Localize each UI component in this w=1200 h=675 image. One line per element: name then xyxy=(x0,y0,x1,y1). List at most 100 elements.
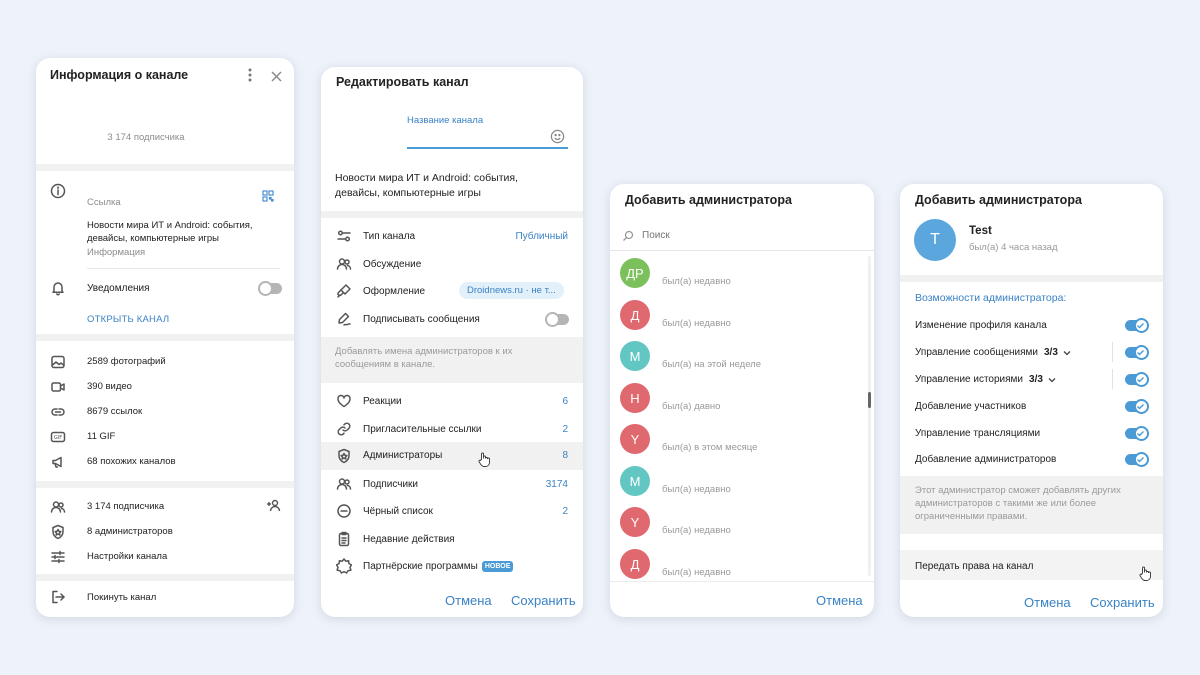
sign-messages-label: Подписывать сообщения xyxy=(363,313,480,325)
channel-description: Новости мира ИТ и Android: события, дева… xyxy=(87,220,253,244)
user-status: был(а) недавно xyxy=(662,524,731,536)
reactions-count: 6 xyxy=(562,395,568,407)
panel-title: Добавить администратора xyxy=(915,193,1082,207)
leave-channel-button[interactable]: Покинуть канал xyxy=(50,588,156,606)
panel-title: Информация о канале xyxy=(50,68,189,82)
right-toggle[interactable] xyxy=(1125,426,1149,441)
manage-item-subscribers[interactable]: 3 174 подписчика xyxy=(36,494,294,519)
right-label: Управление сообщениями xyxy=(915,346,1038,358)
cancel-button[interactable]: Отмена xyxy=(816,593,863,608)
invite-links-row[interactable]: Пригласительные ссылки 2 xyxy=(336,421,568,437)
user-row[interactable]: Н был(а) давно xyxy=(620,381,720,415)
right-row[interactable]: Добавление администраторов xyxy=(915,452,1150,467)
media-item-links[interactable]: 8679 ссылок xyxy=(36,399,294,424)
right-row[interactable]: Добавление участников xyxy=(915,399,1150,414)
right-count: 3/3 xyxy=(1044,346,1058,358)
users-icon xyxy=(50,499,66,515)
user-row[interactable]: М был(а) недавно xyxy=(620,464,731,498)
media-item-photos[interactable]: 2589 фотографий xyxy=(36,349,294,374)
media-item-videos[interactable]: 390 видео xyxy=(36,374,294,399)
cancel-button[interactable]: Отмена xyxy=(445,593,492,608)
avatar: T xyxy=(914,219,956,261)
media-item-gif[interactable]: GIF 11 GIF xyxy=(36,424,294,449)
right-row[interactable]: Изменение профиля канала xyxy=(915,318,1150,333)
right-row[interactable]: Управление сообщениями 3/3 xyxy=(915,342,1150,362)
user-row[interactable]: Y был(а) недавно xyxy=(620,505,731,539)
manage-item-settings[interactable]: Настройки канала xyxy=(36,544,294,569)
avatar: ДР xyxy=(620,258,650,288)
admin-rights-panel: Добавить администратора T Test был(а) 4 … xyxy=(900,184,1163,617)
scrollbar-thumb[interactable] xyxy=(868,392,871,408)
new-badge: НОВОЕ xyxy=(481,560,514,572)
subscribers-row[interactable]: Подписчики 3174 xyxy=(336,476,568,492)
right-toggle[interactable] xyxy=(1125,318,1149,333)
open-channel-link[interactable]: ОТКРЫТЬ КАНАЛ xyxy=(87,314,169,325)
sign-messages-toggle[interactable] xyxy=(545,312,569,327)
user-row[interactable]: М был(а) на этой неделе xyxy=(620,339,761,373)
right-row[interactable]: Управление трансляциями xyxy=(915,426,1150,441)
users-icon xyxy=(336,476,352,492)
media-label: 11 GIF xyxy=(87,431,116,442)
right-toggle[interactable] xyxy=(1125,399,1149,414)
discussion-row[interactable]: Обсуждение xyxy=(336,256,568,272)
info-label: Информация xyxy=(87,247,146,258)
channel-name-input[interactable] xyxy=(407,129,568,149)
partner-programs-row[interactable]: Партнёрские программы НОВОЕ xyxy=(336,558,568,574)
notifications-toggle[interactable] xyxy=(258,281,282,296)
right-label: Управление трансляциями xyxy=(915,427,1041,439)
recent-actions-row[interactable]: Недавние действия xyxy=(336,531,568,547)
user-list: ДР был(а) недавно Д был(а) недавно М был… xyxy=(610,254,862,579)
sign-messages-row[interactable]: Подписывать сообщения xyxy=(336,311,569,327)
channel-type-label: Тип канала xyxy=(363,230,416,242)
appearance-row[interactable]: Оформление Droidnews.ru · не т... xyxy=(336,282,576,299)
close-icon[interactable] xyxy=(271,69,282,87)
cancel-button[interactable]: Отмена xyxy=(1024,595,1071,610)
channel-type-row[interactable]: Тип канала Публичный xyxy=(336,228,568,244)
blacklist-count: 2 xyxy=(562,505,568,517)
user-row[interactable]: ДР был(а) недавно xyxy=(620,256,731,290)
search-icon xyxy=(622,229,634,247)
megaphone-icon xyxy=(50,454,66,470)
appearance-value-chip[interactable]: Droidnews.ru · не т... xyxy=(459,282,564,299)
manage-label: 8 администраторов xyxy=(87,526,173,537)
avatar: М xyxy=(620,466,650,496)
channel-description-input[interactable]: Новости мира ИТ и Android: события, дева… xyxy=(335,171,555,201)
blacklist-row[interactable]: Чёрный список 2 xyxy=(336,503,568,519)
right-label: Изменение профиля канала xyxy=(915,319,1047,331)
subscribers-label: Подписчики xyxy=(363,478,419,490)
reactions-row[interactable]: Реакции 6 xyxy=(336,393,568,409)
more-icon[interactable] xyxy=(248,68,252,82)
link-icon xyxy=(50,404,66,420)
manage-item-admins[interactable]: 8 администраторов xyxy=(36,519,294,544)
rights-hint: Этот администратор сможет добавлять друг… xyxy=(900,476,1163,534)
qr-code-icon[interactable] xyxy=(262,189,274,207)
user-status: был(а) на этой неделе xyxy=(662,358,762,370)
save-button[interactable]: Сохранить xyxy=(511,593,576,608)
right-toggle[interactable] xyxy=(1125,372,1149,387)
emoji-icon[interactable] xyxy=(550,129,565,149)
user-row[interactable]: Д был(а) недавно xyxy=(620,547,731,579)
leave-label: Покинуть канал xyxy=(87,591,157,603)
save-button[interactable]: Сохранить xyxy=(1090,595,1155,610)
chevron-down-icon[interactable] xyxy=(1048,370,1056,388)
administrators-row[interactable]: Администраторы 8 xyxy=(321,442,583,470)
chevron-down-icon[interactable] xyxy=(1063,343,1071,361)
transfer-rights-row[interactable]: Передать права на канал xyxy=(900,550,1163,581)
media-item-similar[interactable]: 68 похожих каналов xyxy=(36,449,294,474)
right-row[interactable]: Управление историями 3/3 xyxy=(915,369,1150,389)
search-input[interactable] xyxy=(642,226,842,244)
user-row[interactable]: Y был(а) в этом месяце xyxy=(620,422,757,456)
user-status: был(а) недавно xyxy=(662,317,731,329)
right-toggle[interactable] xyxy=(1125,345,1149,360)
block-icon xyxy=(336,503,352,519)
user-row[interactable]: Д был(а) недавно xyxy=(620,298,731,332)
administrators-count: 8 xyxy=(562,450,568,461)
notifications-label: Уведомления xyxy=(87,283,150,294)
right-toggle[interactable] xyxy=(1125,452,1149,467)
appearance-label: Оформление xyxy=(363,285,426,297)
right-count: 3/3 xyxy=(1029,373,1043,385)
add-user-icon[interactable] xyxy=(266,498,282,519)
manage-label: Настройки канала xyxy=(87,551,168,562)
scrollbar[interactable] xyxy=(868,256,871,576)
hand-cursor-icon xyxy=(1139,566,1152,586)
